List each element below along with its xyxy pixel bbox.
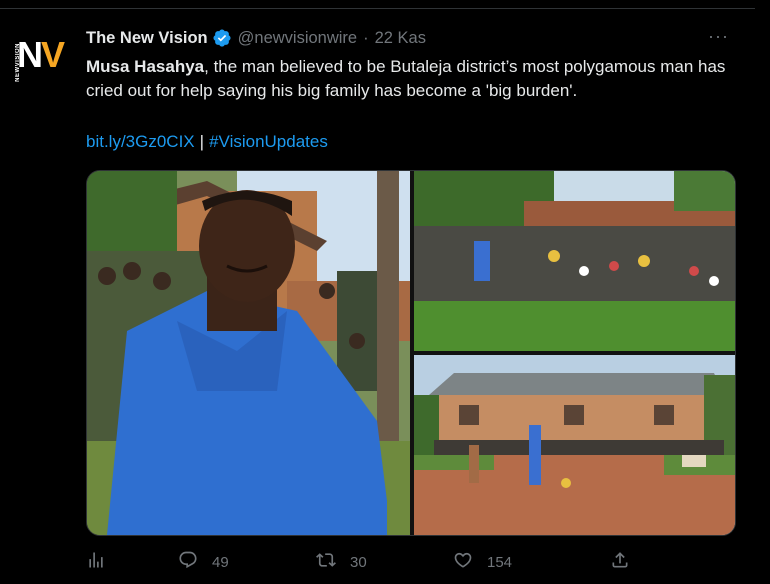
divider (0, 8, 755, 9)
large-family-group-photo[interactable] (414, 171, 735, 351)
action-bar: 49 30 154 (86, 550, 646, 578)
views-button[interactable] (86, 550, 120, 574)
bar-chart-icon (86, 550, 120, 574)
link-separator: | (199, 132, 205, 151)
like-button[interactable]: 154 (453, 550, 512, 574)
avatar[interactable]: NEWVISION NV (12, 30, 68, 82)
bold-name: Musa Hasahya (86, 57, 205, 76)
more-options-icon[interactable]: ··· (708, 26, 729, 47)
logo-small-text: NEWVISION (14, 43, 21, 82)
reply-button[interactable]: 49 (178, 550, 229, 574)
short-link[interactable]: bit.ly/3Gz0CIX (86, 132, 195, 151)
share-button[interactable] (610, 550, 644, 574)
media-grid (86, 170, 736, 536)
man-in-blue-shirt-photo[interactable] (87, 171, 410, 535)
verified-badge-icon (212, 28, 232, 48)
separator-dot: · (363, 28, 369, 47)
hashtag-link[interactable]: #VisionUpdates (209, 132, 328, 151)
handle[interactable]: @newvisionwire (238, 29, 357, 48)
heart-icon (453, 550, 487, 574)
display-name[interactable]: The New Vision (86, 29, 208, 48)
retweet-count: 30 (350, 553, 367, 571)
reply-count: 49 (212, 553, 229, 571)
family-house-photo[interactable] (414, 355, 735, 535)
reply-icon (178, 550, 212, 574)
logo-letter-v: V (40, 34, 65, 75)
share-icon (610, 550, 644, 574)
tweet-header: The New Vision @newvisionwire · 22 Kas (86, 27, 426, 49)
retweet-icon (316, 550, 350, 574)
tweet[interactable]: NEWVISION NV The New Vision @newvisionwi… (0, 0, 770, 584)
tweet-links: bit.ly/3Gz0CIX | #VisionUpdates (86, 130, 328, 154)
tweet-text: Musa Hasahya, the man believed to be But… (86, 55, 746, 103)
retweet-button[interactable]: 30 (316, 550, 367, 574)
like-count: 154 (487, 553, 513, 571)
new-vision-logo: NEWVISION NV (15, 34, 65, 82)
tweet-date[interactable]: 22 Kas (375, 29, 426, 48)
